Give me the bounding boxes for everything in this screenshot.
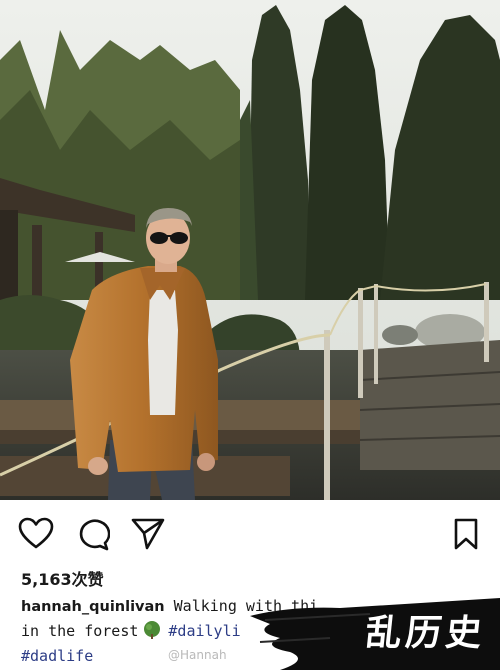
hashtag-link[interactable]: #dailyli xyxy=(168,622,240,640)
post-action-bar xyxy=(0,508,500,558)
share-button[interactable] xyxy=(130,516,166,552)
instagram-post: 5,163次赞 hannah_quinlivan Walking with th… xyxy=(0,0,500,670)
photo-scene xyxy=(0,0,500,500)
like-button[interactable] xyxy=(18,516,54,552)
tree-emoji-icon xyxy=(144,621,161,639)
comment-button[interactable] xyxy=(74,516,110,552)
weibo-watermark: @Hannah xyxy=(168,648,227,662)
watermark-text: 乱历史 xyxy=(363,612,488,654)
bookmark-icon xyxy=(454,518,478,550)
like-count[interactable]: 5,163次赞 xyxy=(21,566,104,590)
post-photo[interactable] xyxy=(0,0,500,500)
heart-outline-icon xyxy=(18,517,54,549)
speech-bubble-icon xyxy=(79,519,110,551)
save-button[interactable] xyxy=(448,516,484,552)
hashtag-link[interactable]: #dadlife xyxy=(21,647,93,665)
username-link[interactable]: hannah_quinlivan xyxy=(21,599,165,615)
paper-plane-icon xyxy=(131,518,165,550)
caption-text: in the forest xyxy=(21,622,139,640)
